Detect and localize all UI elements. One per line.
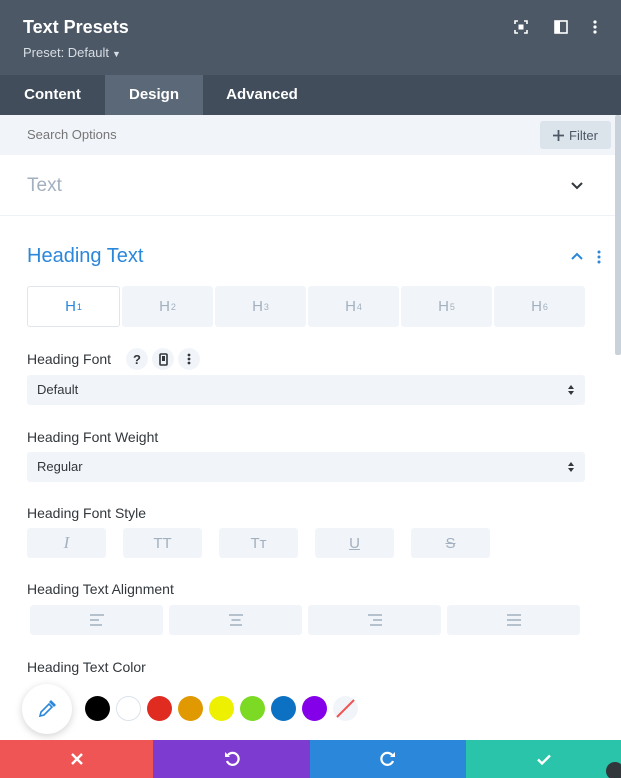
preset-selector[interactable]: Preset: Default ▼ [23,45,121,60]
search-input[interactable] [27,127,427,142]
preset-label: Preset: Default [23,45,109,60]
heading-font-weight-label: Heading Font Weight [27,429,159,445]
text-section[interactable]: Text [0,155,615,216]
modal-title: Text Presets [23,17,129,37]
redo-button[interactable] [310,740,466,778]
split-view-icon[interactable] [552,18,570,36]
align-right-button[interactable] [308,605,441,635]
no-color-icon [336,699,355,718]
heading-font-value: Default [37,382,79,397]
tab-h4[interactable]: H4 [308,286,399,327]
caret-down-icon: ▼ [112,49,121,59]
search-bar [0,115,615,155]
save-button[interactable] [466,740,621,778]
heading-text-alignment-label: Heading Text Alignment [27,581,174,597]
cancel-button[interactable] [0,740,153,778]
plus-icon [553,129,565,141]
swatch-blue[interactable] [271,696,296,721]
align-left-icon [89,614,104,626]
tab-h5[interactable]: H5 [401,286,492,327]
tab-h2[interactable]: H2 [122,286,213,327]
align-center-button[interactable] [169,605,302,635]
heading-font-weight-value: Regular [37,459,83,474]
heading-text-color-label: Heading Text Color [27,659,146,675]
help-icon[interactable]: ? [126,348,148,370]
swatch-yellow[interactable] [209,696,234,721]
italic-button[interactable]: I [27,528,106,558]
settings-tabs: Content Design Advanced [0,75,621,115]
swatch-white[interactable] [116,696,141,721]
align-left-button[interactable] [30,605,163,635]
section-more-icon[interactable] [597,250,601,264]
expand-icon[interactable] [512,18,530,36]
chevron-up-icon[interactable] [570,249,584,263]
uppercase-button[interactable]: TT [123,528,202,558]
strikethrough-button[interactable]: S [411,528,490,558]
tab-h3[interactable]: H3 [215,286,306,327]
filter-label: Filter [569,127,598,143]
color-swatches [85,696,358,721]
action-bar [0,740,621,778]
underline-button[interactable]: U [315,528,394,558]
tab-content[interactable]: Content [0,75,105,115]
modal-header: Text Presets Preset: Default ▼ [0,0,621,75]
text-section-title: Text [27,175,62,196]
tab-h6[interactable]: H6 [494,286,585,327]
close-icon [70,753,83,765]
filter-button[interactable]: Filter [540,121,611,149]
tab-advanced[interactable]: Advanced [203,75,321,115]
tab-design[interactable]: Design [105,75,203,115]
chevron-down-icon[interactable] [570,179,584,193]
scrollbar[interactable] [615,115,621,355]
tab-h1[interactable]: H1 [27,286,120,327]
check-icon [536,754,551,765]
responsive-icon[interactable] [152,348,174,370]
redo-icon [380,751,395,766]
align-center-icon [228,614,243,626]
select-arrows-icon [568,462,574,472]
font-style-buttons: I TT Tт U S [27,528,507,558]
field-more-icon[interactable] [178,348,200,370]
select-arrows-icon [568,385,574,395]
align-right-icon [367,614,382,626]
heading-font-select[interactable]: Default [27,375,585,405]
swatch-purple[interactable] [302,696,327,721]
field-actions: ? [126,348,200,370]
alignment-buttons [30,605,580,635]
heading-font-style-label: Heading Font Style [27,505,147,521]
heading-font-weight-select[interactable]: Regular [27,452,585,482]
swatch-red[interactable] [147,696,172,721]
swatch-green[interactable] [240,696,265,721]
align-justify-button[interactable] [447,605,580,635]
color-picker-button[interactable] [22,684,72,734]
swatch-orange[interactable] [178,696,203,721]
eyedropper-icon [38,700,56,718]
capitalize-button[interactable]: Tт [219,528,298,558]
swatch-black[interactable] [85,696,110,721]
heading-font-label: Heading Font [27,351,112,367]
heading-level-tabs: H1 H2 H3 H4 H5 H6 [27,286,585,327]
more-options-icon[interactable] [586,18,604,36]
align-justify-icon [506,614,521,626]
resize-handle[interactable] [606,762,621,778]
undo-icon [224,751,240,766]
undo-button[interactable] [153,740,310,778]
swatch-none[interactable] [333,696,358,721]
heading-section-title[interactable]: Heading Text [27,245,143,268]
